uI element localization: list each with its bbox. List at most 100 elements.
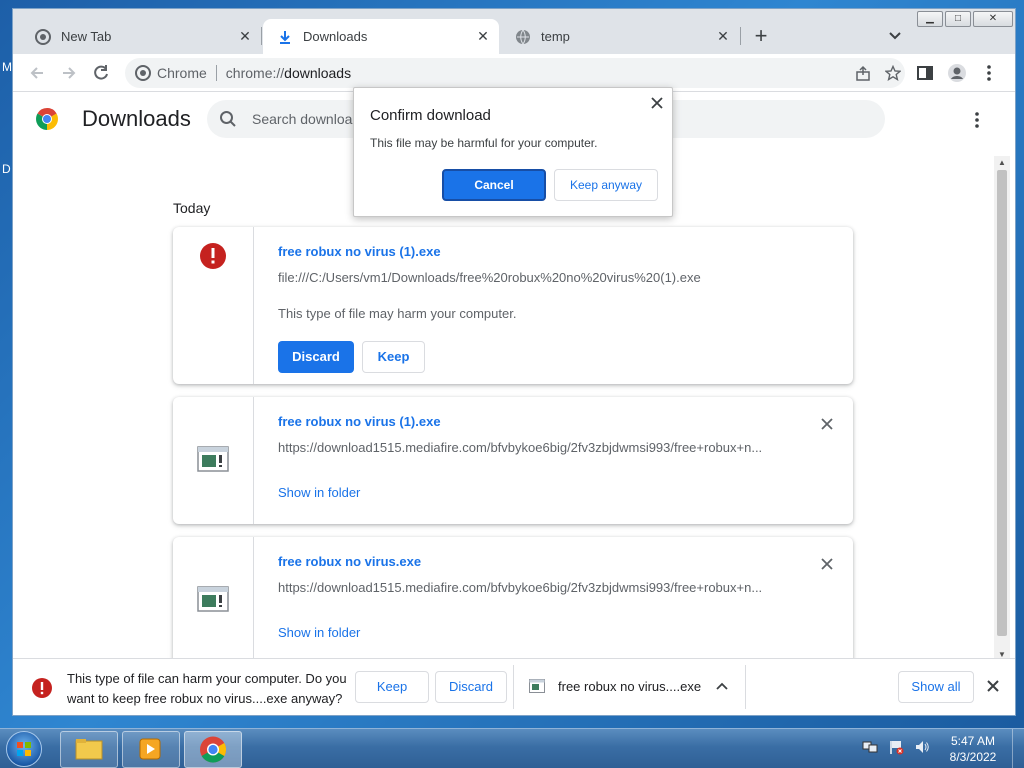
url-text: chrome://downloads <box>226 65 351 81</box>
url-scheme: chrome:// <box>225 65 285 81</box>
download-url[interactable]: https://download1515.mediafire.com/bfvby… <box>278 440 762 455</box>
danger-warning-text: This type of file may harm your computer… <box>278 306 517 321</box>
show-all-button[interactable]: Show all <box>898 671 974 703</box>
site-label: Chrome <box>157 65 207 81</box>
download-file-name[interactable]: free robux no virus (1).exe <box>278 414 441 429</box>
back-button[interactable] <box>27 63 47 83</box>
clock-time: 5:47 AM <box>950 734 996 748</box>
remove-item-icon[interactable] <box>819 416 835 432</box>
download-item: free robux no virus (1).exe https://down… <box>173 397 853 524</box>
download-file-name[interactable]: free robux no virus.exe <box>278 554 421 569</box>
arrow-right-icon <box>63 67 76 79</box>
scrollbar-thumb[interactable] <box>997 170 1007 636</box>
chrome-icon <box>200 736 227 763</box>
download-item-dangerous: free robux no virus (1).exe file:///C:/U… <box>173 227 853 384</box>
shelf-separator <box>513 665 514 709</box>
chrome-logo-icon <box>36 108 58 130</box>
keep-button[interactable]: Keep <box>362 341 425 373</box>
omnibox-separator <box>215 65 217 81</box>
reload-button[interactable] <box>91 63 111 83</box>
share-icon[interactable] <box>855 65 871 81</box>
tab-separator <box>740 27 741 45</box>
tab-title: New Tab <box>61 29 112 44</box>
scroll-up-arrow[interactable]: ▲ <box>994 158 1010 167</box>
executable-file-icon <box>197 586 229 612</box>
close-tab-icon[interactable]: ✕ <box>715 28 731 45</box>
windows-taskbar: 5:47 AM 8/3/2022 <box>0 728 1024 768</box>
maximize-button[interactable]: □ <box>945 11 971 27</box>
warning-icon <box>200 243 226 269</box>
more-actions-icon[interactable] <box>969 110 985 130</box>
card-divider <box>253 227 254 384</box>
clock-date: 8/3/2022 <box>949 750 997 764</box>
desktop-icon-label[interactable]: D <box>2 162 11 176</box>
keep-anyway-button[interactable]: Keep anyway <box>554 169 658 201</box>
discard-button[interactable]: Discard <box>278 341 354 373</box>
minimize-button[interactable]: ▁ <box>917 11 943 27</box>
page-scrollbar[interactable]: ▲ ▼ <box>994 156 1010 658</box>
download-file-name[interactable]: free robux no virus (1).exe <box>278 244 441 259</box>
show-desktop-button[interactable] <box>1012 729 1024 768</box>
executable-file-icon <box>529 679 545 693</box>
side-panel-icon[interactable] <box>915 63 935 83</box>
desktop-icon-label[interactable]: M <box>2 60 12 74</box>
volume-icon[interactable] <box>914 739 930 755</box>
taskbar-explorer[interactable] <box>60 731 118 768</box>
shelf-discard-button[interactable]: Discard <box>435 671 507 703</box>
start-button[interactable] <box>6 731 42 767</box>
search-placeholder: Search downloads <box>252 111 368 127</box>
show-in-folder-link[interactable]: Show in folder <box>278 485 360 500</box>
shelf-warning-text: This type of file can harm your computer… <box>67 671 347 706</box>
scroll-down-arrow[interactable]: ▼ <box>994 650 1010 658</box>
close-window-button[interactable]: ✕ <box>973 11 1013 27</box>
section-heading: Today <box>173 200 211 216</box>
tab-temp[interactable]: temp ✕ <box>501 19 739 54</box>
chrome-icon <box>35 28 51 45</box>
cancel-button[interactable]: Cancel <box>442 169 546 201</box>
chevron-down-icon[interactable] <box>885 26 905 46</box>
tab-separator <box>261 27 262 45</box>
tab-new-tab[interactable]: New Tab ✕ <box>21 19 261 54</box>
profile-avatar-icon[interactable] <box>947 63 967 83</box>
executable-file-icon <box>197 446 229 472</box>
chrome-icon <box>135 65 151 81</box>
action-center-flag-icon[interactable] <box>888 739 904 755</box>
card-divider <box>253 537 254 658</box>
close-tab-icon[interactable]: ✕ <box>237 28 253 45</box>
download-url[interactable]: https://download1515.mediafire.com/bfvby… <box>278 580 762 595</box>
more-menu-icon[interactable] <box>979 63 999 83</box>
taskbar-chrome[interactable] <box>184 731 242 768</box>
url-path: downloads <box>284 65 352 81</box>
show-in-folder-link[interactable]: Show in folder <box>278 625 360 640</box>
forward-button[interactable] <box>59 63 79 83</box>
close-icon[interactable] <box>986 679 1000 693</box>
search-icon <box>220 111 236 127</box>
reload-icon <box>94 65 108 80</box>
tab-title: temp <box>541 29 570 44</box>
page-title: Downloads <box>82 106 191 131</box>
system-tray <box>862 739 930 755</box>
tab-downloads[interactable]: Downloads ✕ <box>263 19 499 54</box>
address-bar[interactable]: Chrome chrome://downloads <box>125 58 905 88</box>
chevron-up-icon[interactable] <box>715 679 729 693</box>
close-tab-icon[interactable]: ✕ <box>475 28 491 45</box>
remove-item-icon[interactable] <box>819 556 835 572</box>
taskbar-media-player[interactable] <box>122 731 180 768</box>
star-icon[interactable] <box>885 65 901 81</box>
shelf-file-name[interactable]: free robux no virus....exe <box>558 679 701 694</box>
new-tab-button[interactable]: + <box>749 24 773 48</box>
network-icon[interactable] <box>862 739 878 755</box>
globe-icon <box>516 29 530 44</box>
chrome-window: New Tab ✕ Downloads ✕ temp ✕ + ▁ □ ✕ Chr… <box>12 8 1016 716</box>
tab-strip: New Tab ✕ Downloads ✕ temp ✕ + ▁ □ ✕ <box>13 9 1015 54</box>
tab-title: Downloads <box>303 29 368 44</box>
close-icon[interactable] <box>650 96 664 110</box>
windows-logo-icon <box>17 742 31 756</box>
confirm-download-dialog: Confirm download This file may be harmfu… <box>353 87 673 217</box>
download-icon <box>280 30 290 44</box>
shelf-separator <box>745 665 746 709</box>
card-divider <box>253 397 254 524</box>
download-item: free robux no virus.exe https://download… <box>173 537 853 658</box>
system-clock[interactable]: 5:47 AM 8/3/2022 <box>940 733 1006 765</box>
shelf-keep-button[interactable]: Keep <box>355 671 429 703</box>
